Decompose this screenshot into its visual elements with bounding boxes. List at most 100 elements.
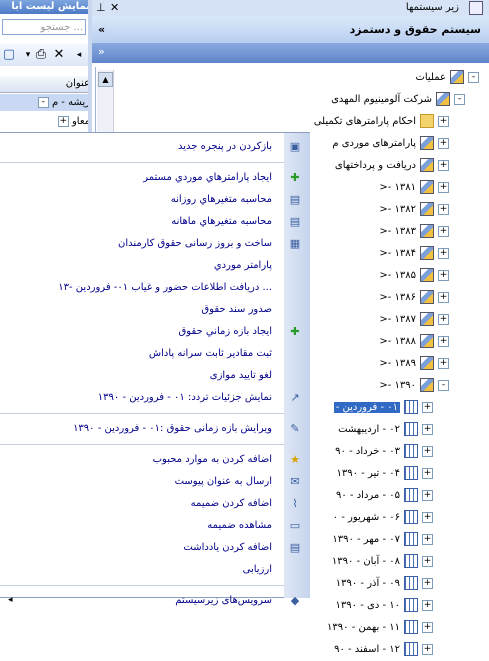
tree-node[interactable]: + پارامترهای موردی م xyxy=(332,133,449,155)
tree-node-label: ۰۳ - خرداد - ۹۰ xyxy=(335,446,400,457)
expand-node-icon[interactable]: + xyxy=(422,621,433,633)
mail-icon: ✉ xyxy=(290,475,300,488)
tree-node-label: ۱۳۸۴ -< xyxy=(379,248,416,259)
menu-item[interactable]: دریافت اطلاعات حضور و غیاب ۰۱- فروردین -… xyxy=(58,277,272,299)
expand-node-icon[interactable]: + xyxy=(422,643,433,655)
tree-node[interactable]: +۱۱ - بهمن - ۱۳۹۰ xyxy=(327,617,433,639)
tree-node[interactable]: - عملیات xyxy=(415,67,479,89)
expand-node-icon[interactable]: + xyxy=(438,313,449,325)
pencil-icon xyxy=(420,202,434,216)
cal-icon xyxy=(404,642,418,656)
tree-node[interactable]: +۱۳۸۷ -< xyxy=(379,309,449,331)
tree-node[interactable]: +۰۸ - آبان - ۱۳۹۰ xyxy=(332,551,433,573)
menu-item[interactable]: نمایش جزئیات تردد: ۰۱ - فروردین - ۱۳۹۰ xyxy=(98,387,272,409)
expand-node-icon[interactable]: + xyxy=(438,291,449,303)
menu-item[interactable]: لغو تایید موازی xyxy=(210,365,272,387)
menu-item[interactable]: صدور سند حقوق xyxy=(201,299,272,321)
expand-node-icon[interactable]: + xyxy=(438,203,449,215)
tree-node[interactable]: +۰۹ - آذر - ۱۳۹۰ xyxy=(336,573,433,595)
cal-icon xyxy=(404,620,418,634)
tree-node-label: ۱۳۸۹ -< xyxy=(379,358,416,369)
expand-node-icon[interactable]: + xyxy=(422,489,433,501)
tree-node[interactable]: +۱۳۸۶ -< xyxy=(379,287,449,309)
menu-item[interactable]: محاسبه متغيرهاي روزانه xyxy=(171,189,272,211)
menu-item[interactable]: بازکردن در پنجره جدید xyxy=(178,136,272,158)
tree-node-label: ۱۱ - بهمن - ۱۳۹۰ xyxy=(327,622,400,633)
pencil-icon xyxy=(420,180,434,194)
expand-node-icon[interactable]: + xyxy=(422,599,433,611)
tree-node[interactable]: + دریافت و پرداختهای xyxy=(335,155,449,177)
tree-node-label: ۱۳۸۲ -< xyxy=(379,204,416,215)
tree-node[interactable]: - ۱۳۹۰ -< xyxy=(379,375,449,397)
tree-node[interactable]: +۰۶ - شهریور - ۰ xyxy=(333,507,433,529)
tree-node[interactable]: +۰۴ - تیر - ۱۳۹۰ xyxy=(337,463,433,485)
expand-node-icon[interactable]: + xyxy=(422,467,433,479)
tree-node[interactable]: +۱۳۸۲ -< xyxy=(379,199,449,221)
menu-item[interactable]: اضافه کردن يادداشت xyxy=(183,537,272,559)
expand-node-icon[interactable]: + xyxy=(438,159,449,171)
tree-node[interactable]: +۱۰ - دی - ۱۳۹۰ xyxy=(336,595,433,617)
collapse-node-icon[interactable]: - xyxy=(468,71,479,83)
menu-separator xyxy=(0,444,284,445)
tree-node-label: ۰۵ - مرداد - ۹۰ xyxy=(336,490,400,501)
tree-node[interactable]: +۱۳۸۵ -< xyxy=(379,265,449,287)
pencil-icon xyxy=(420,224,434,238)
tree-node-label: ۰۲ - اردیبهشت xyxy=(338,424,400,435)
tree-node[interactable]: +۰۷ - مهر - ۱۳۹۰ xyxy=(332,529,433,551)
expand-node-icon[interactable]: + xyxy=(438,357,449,369)
paperclip-icon: ⌇ xyxy=(292,497,298,510)
menu-item[interactable]: ارزیابی xyxy=(243,559,272,581)
expand-node-icon[interactable]: + xyxy=(438,269,449,281)
menu-item[interactable]: پارامتر موردي xyxy=(214,255,272,277)
menu-item[interactable]: سرویس‌های زیرسیستم xyxy=(175,590,272,612)
tree-node[interactable]: - شرکت آلومینیوم المهدی xyxy=(331,89,465,111)
expand-node-icon[interactable]: + xyxy=(422,423,433,435)
tree-node[interactable]: +۰۵ - مرداد - ۹۰ xyxy=(336,485,433,507)
menu-item[interactable]: ايجاد پارامترهاي موردي مستمر xyxy=(143,167,272,189)
cal-icon xyxy=(404,444,418,458)
tree-node[interactable]: +۰۳ - خرداد - ۹۰ xyxy=(335,441,433,463)
favorite-icon: ★ xyxy=(290,453,300,466)
menu-item[interactable]: اضافه کردن ضمیمه xyxy=(191,493,272,515)
menu-separator xyxy=(0,413,284,414)
expand-node-icon[interactable]: + xyxy=(422,511,433,523)
expand-node-icon[interactable]: + xyxy=(422,533,433,545)
tree-node-label: پارامترهای موردی م xyxy=(332,138,416,149)
menu-separator xyxy=(0,585,284,586)
collapse-node-icon[interactable]: - xyxy=(438,379,449,391)
menu-item[interactable]: ویرایش بازه زمانی حقوق :۰۱ - فروردین - ۱… xyxy=(73,418,272,440)
expand-node-icon[interactable]: + xyxy=(438,137,449,149)
menu-item[interactable]: اضافه کردن به موارد محبوب xyxy=(153,449,272,471)
menu-item[interactable]: ايجاد بازه زماني حقوق xyxy=(179,321,272,343)
tree-node[interactable]: +۱۲ - اسفند - ۹۰ xyxy=(334,639,433,661)
tree-node[interactable]: +۱۳۸۱ -< xyxy=(379,177,449,199)
tree-node[interactable]: +۱۳۸۴ -< xyxy=(379,243,449,265)
expand-node-icon[interactable]: + xyxy=(422,445,433,457)
expand-node-icon[interactable]: + xyxy=(438,225,449,237)
menu-item[interactable]: ساخت و بروز رسانی حقوق کارمندان xyxy=(118,233,272,255)
menu-item[interactable]: مشاهده ضمیمه xyxy=(207,515,272,537)
grid-icon xyxy=(450,70,464,84)
tree-node[interactable]: +۰۱ - فروردین - xyxy=(333,397,433,419)
tree-node[interactable]: +۱۳۸۸ -< xyxy=(379,331,449,353)
expand-node-icon[interactable]: + xyxy=(438,335,449,347)
expand-node-icon[interactable]: + xyxy=(422,577,433,589)
expand-node-icon[interactable]: + xyxy=(438,115,449,127)
expand-node-icon[interactable]: + xyxy=(438,181,449,193)
tree-node-label: ۱۳۸۶ -< xyxy=(379,292,416,303)
collapse-node-icon[interactable]: - xyxy=(454,93,465,105)
context-menu-items: بازکردن در پنجره جدید ▣ ايجاد پارامترهاي م… xyxy=(0,0,310,607)
expand-node-icon[interactable]: + xyxy=(438,247,449,259)
menu-item[interactable]: محاسبه متغيرهاي ماهانه xyxy=(171,211,272,233)
tree-node[interactable]: +۰۲ - اردیبهشت xyxy=(338,419,433,441)
cal-icon xyxy=(404,532,418,546)
expand-node-icon[interactable]: + xyxy=(422,401,433,413)
menu-item[interactable]: ارسال به عنوان پیوست xyxy=(175,471,272,493)
tree-node-label: شرکت آلومینیوم المهدی xyxy=(331,94,432,105)
tree-node-label: ۱۳۸۳ -< xyxy=(379,226,416,237)
tree-node[interactable]: +۱۳۸۳ -< xyxy=(379,221,449,243)
tree-node[interactable]: + احکام پارامترهای تکمیلی xyxy=(314,111,449,133)
menu-item[interactable]: ثبت مقادیر ثابت سرانه پاداش xyxy=(149,343,272,365)
tree-node[interactable]: +۱۳۸۹ -< xyxy=(379,353,449,375)
expand-node-icon[interactable]: + xyxy=(422,555,433,567)
